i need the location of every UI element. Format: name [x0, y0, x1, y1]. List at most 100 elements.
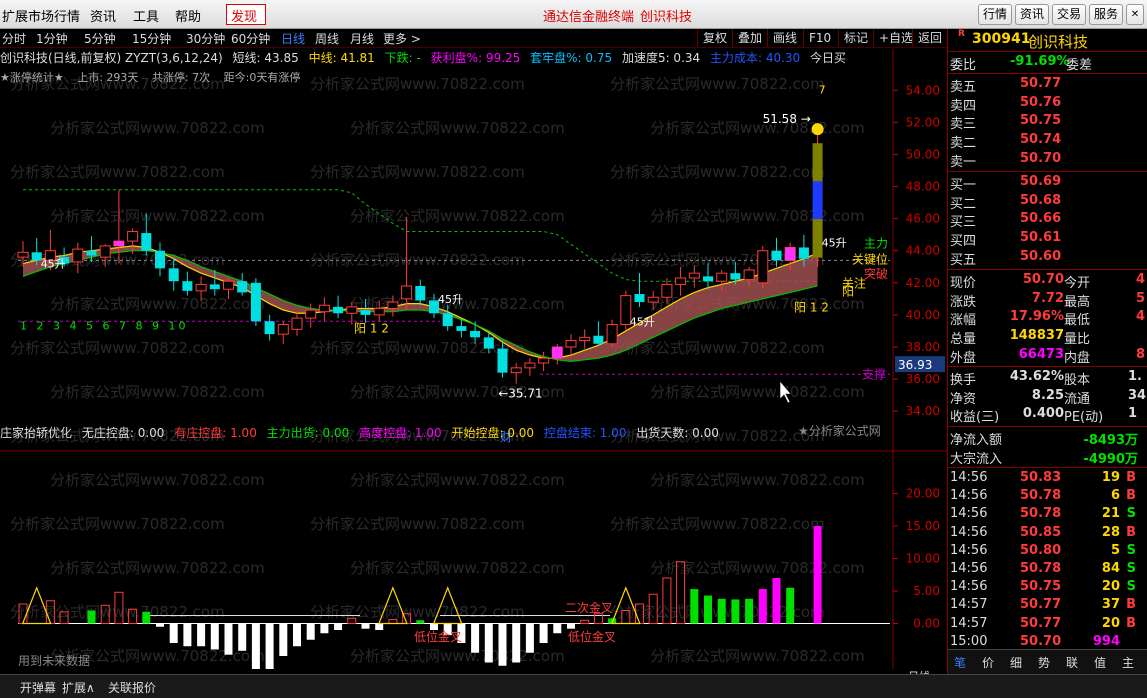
- candle-body: [209, 284, 220, 290]
- danmaku-toggle[interactable]: 开弹幕: [20, 679, 56, 696]
- indicator-bar: [197, 623, 206, 647]
- no-control-value: 无庄控盘: 0.00: [81, 426, 165, 440]
- tick-direction: B: [1126, 615, 1136, 631]
- adjust-button[interactable]: 复权: [697, 29, 732, 47]
- sell-level-price: 50.70: [1020, 150, 1062, 166]
- period-tab[interactable]: 月线: [350, 30, 374, 47]
- indicator-bar: [704, 595, 712, 624]
- watermark-text: 分析家公式网www.70822.com: [50, 559, 265, 577]
- quote-stat-row: 现价 50.70 今开 4: [950, 272, 1146, 291]
- trade-button[interactable]: 交易: [1052, 4, 1086, 25]
- extend-toggle[interactable]: 扩展∧: [62, 679, 95, 696]
- mark-button[interactable]: 标记: [838, 29, 873, 47]
- quote-panel-tab[interactable]: 笔: [954, 654, 966, 671]
- candle-body: [606, 324, 618, 345]
- tick-direction: S: [1126, 506, 1136, 522]
- net-inflow-row: 净流入额 -8493万: [950, 429, 1146, 448]
- quote-panel-tab[interactable]: 势: [1038, 654, 1050, 671]
- sell-level-label: 卖一: [950, 154, 977, 170]
- candle-body: [305, 309, 317, 319]
- indicator-bar: [484, 623, 493, 663]
- tick-row: 14:56 50.83 19 B: [950, 470, 1146, 488]
- buy-level-row: 买四 50.61: [950, 230, 1146, 249]
- buy-level-price: 50.60: [1020, 248, 1062, 264]
- tick-volume: 28: [1101, 524, 1120, 540]
- quote-stat-row: 换手 43.62% 股本 1.: [950, 369, 1146, 388]
- today-buy: 今日买: [810, 51, 847, 65]
- candle-body: [703, 276, 713, 282]
- watermark-text: 分析家公式网www.70822.com: [10, 163, 225, 181]
- window-close-icon[interactable]: ✕: [1126, 4, 1144, 25]
- divider: [948, 269, 1147, 270]
- watermark-text: 分析家公式网www.70822.com: [50, 383, 265, 401]
- quote-panel-tab[interactable]: 主: [1122, 654, 1134, 671]
- period-tab[interactable]: 1分钟: [36, 30, 68, 47]
- menu-extended-market[interactable]: 扩展市场行情: [2, 6, 80, 25]
- terminal-title: 通达信金融终端: [543, 10, 635, 25]
- quote-panel-tab[interactable]: 价: [982, 654, 994, 671]
- f10-button[interactable]: F10: [803, 29, 836, 47]
- buy-level-row: 买三 50.66: [950, 211, 1146, 231]
- net-inflow-value: -8493万: [1083, 433, 1138, 448]
- back-button[interactable]: 返回: [912, 29, 947, 47]
- find-button[interactable]: 发现: [226, 4, 266, 25]
- quote-stat-value: 43.62%: [1009, 369, 1064, 384]
- candle-body: [716, 272, 728, 282]
- mark-label: 7: [819, 83, 826, 96]
- wei-cha-label: 委差: [1066, 58, 1093, 73]
- candle-body: [237, 281, 248, 293]
- period-tab[interactable]: 30分钟: [186, 30, 225, 47]
- news-button[interactable]: 资讯: [1015, 4, 1049, 25]
- chart-canvas[interactable]: 分析家公式网www.70822.com 分析家公式网www.70822.com 分析…: [0, 29, 947, 669]
- candle-body: [86, 250, 97, 256]
- sell-days-value: 出货天数: 0.00: [636, 426, 719, 440]
- buy-level-price: 50.68: [1020, 192, 1062, 208]
- candle-body: [401, 285, 413, 300]
- buy-level-row: 买一 50.69: [950, 174, 1146, 193]
- indicator-info-line: 创识科技(日线,前复权) ZYZT(3,6,12,24) 短线: 43.85 中…: [0, 49, 900, 65]
- quote-button[interactable]: 行情: [978, 4, 1012, 25]
- watermark-text: 分析家公式网www.70822.com: [650, 207, 865, 225]
- stat-listed: 上市: 293天: [77, 71, 139, 84]
- quote-stat-label: 收益(三): [950, 410, 1000, 426]
- buy-level-label: 买三: [950, 215, 977, 231]
- sell-level-row: 卖五 50.77: [950, 76, 1146, 95]
- quote-stat-label: 换手: [950, 373, 977, 388]
- period-tab-daily[interactable]: 日线: [281, 30, 305, 47]
- period-tab[interactable]: 60分钟: [231, 30, 270, 47]
- quote-stat-value: 4: [1136, 309, 1146, 325]
- period-tab[interactable]: 15分钟: [132, 30, 171, 47]
- menu-help[interactable]: 帮助: [175, 6, 201, 25]
- buy-level-price: 50.61: [1020, 230, 1062, 246]
- chart-area[interactable]: 分析家公式网www.70822.com 分析家公式网www.70822.com 分析…: [0, 29, 947, 698]
- period-tab[interactable]: 5分钟: [84, 30, 116, 47]
- indicator-bar: [690, 589, 699, 624]
- period-tab[interactable]: 周线: [315, 30, 339, 47]
- quote-stat-label: 量比: [1064, 332, 1091, 348]
- quote-panel: R 300941 创识科技 委比 -91.69% 委差 卖五 50.77 卖四 50.76 卖三 50…: [947, 29, 1147, 674]
- quote-panel-tab[interactable]: 细: [1010, 654, 1022, 671]
- watermark-text: 分析家公式网www.70822.com: [610, 515, 825, 533]
- stock-title: 创识科技: [640, 10, 693, 25]
- candle-body: [510, 367, 522, 374]
- tick-volume: 5: [1110, 542, 1120, 558]
- tick-volume: 37: [1101, 597, 1120, 613]
- quote-panel-tab[interactable]: 联: [1066, 654, 1078, 671]
- quote-panel-tab[interactable]: 值: [1094, 654, 1106, 671]
- candle-body: [812, 200, 823, 220]
- draw-line-button[interactable]: 画线: [767, 29, 802, 47]
- net-inflow-label: 净流入额: [950, 433, 1003, 448]
- related-quotes[interactable]: 关联报价: [108, 679, 156, 696]
- period-tab[interactable]: 分时: [2, 30, 26, 47]
- watermark-text: 分析家公式网www.70822.com: [310, 603, 525, 621]
- overlay-button[interactable]: 叠加: [732, 29, 767, 47]
- period-more[interactable]: 更多 >: [383, 30, 421, 47]
- service-button[interactable]: 服务: [1089, 4, 1123, 25]
- sub-indicator-line: 庄家抬轿优化 无庄控盘: 0.00 有庄控盘: 1.00 主力出货: 0.00 …: [0, 424, 725, 441]
- sell-level-price: 50.76: [1020, 94, 1062, 110]
- menu-tools[interactable]: 工具: [133, 6, 159, 25]
- candle-body: [318, 304, 330, 313]
- tick-price: 50.77: [1020, 615, 1062, 631]
- menu-news[interactable]: 资讯: [90, 6, 116, 25]
- tick-price: 50.77: [1020, 597, 1062, 613]
